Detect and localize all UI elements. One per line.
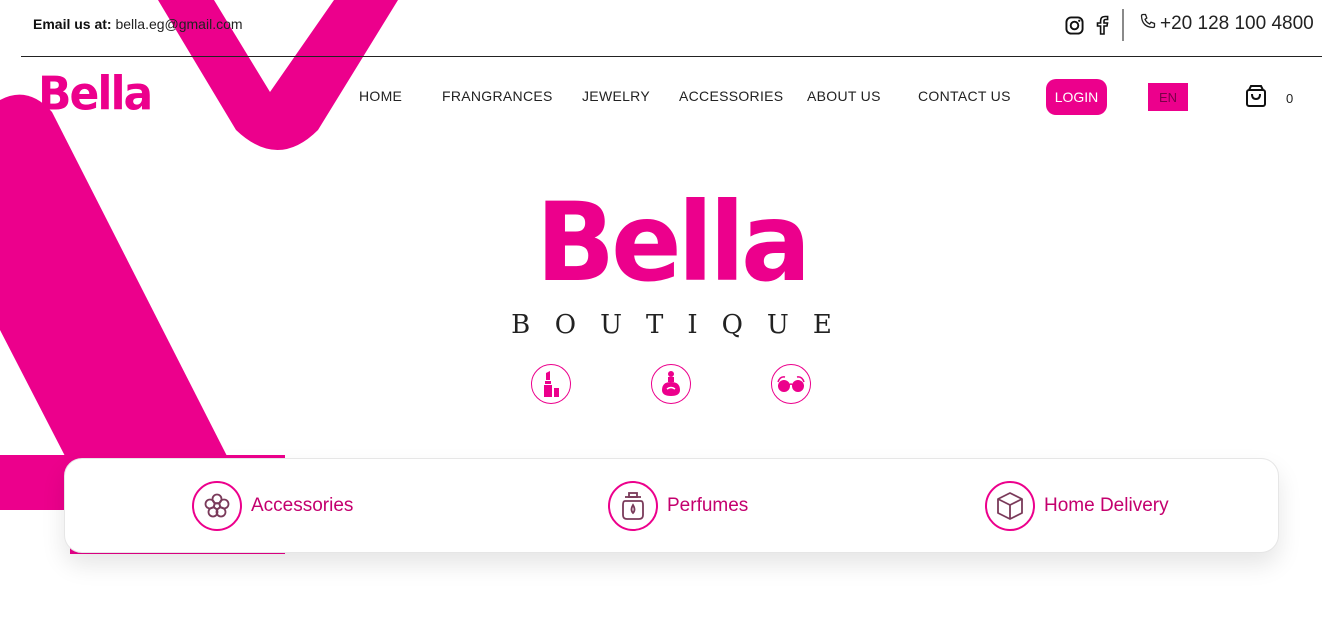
- top-bar: Email us at: bella.eg@gmail.com +20 128 …: [0, 0, 1343, 50]
- email-label: Email us at:: [33, 16, 112, 32]
- cart-count: 0: [1286, 91, 1294, 106]
- features-card: Accessories Perfumes Home Delivery: [64, 458, 1279, 553]
- email-link[interactable]: bella.eg@gmail.com: [115, 16, 242, 32]
- perfume-bottle-icon: [651, 364, 691, 404]
- nav-item-contact-us[interactable]: CONTACT US: [918, 88, 1011, 104]
- nav-item-about-us[interactable]: ABOUT US: [807, 88, 881, 104]
- flower-icon: [192, 481, 242, 531]
- shopping-bag-icon: [1244, 84, 1268, 113]
- phone-link[interactable]: +20 128 100 4800: [1140, 13, 1314, 35]
- feature-perfumes[interactable]: Perfumes: [608, 481, 748, 531]
- lipstick-icon: [531, 364, 571, 404]
- email-info: Email us at: bella.eg@gmail.com: [33, 16, 243, 32]
- main-nav: Bella HOME FRANGRANCES JEWELRY ACCESSORI…: [0, 57, 1343, 137]
- feature-label: Home Delivery: [1044, 495, 1169, 516]
- cart-button[interactable]: 0: [1244, 84, 1293, 113]
- phone-icon: [1140, 13, 1156, 35]
- nav-item-jewelry[interactable]: JEWELRY: [582, 88, 650, 104]
- facebook-icon[interactable]: [1092, 15, 1112, 35]
- feature-label: Perfumes: [667, 495, 749, 516]
- box-icon: [985, 481, 1035, 531]
- social-links: [1064, 15, 1112, 35]
- perfume-jar-icon: [608, 481, 658, 531]
- sunglasses-icon: [771, 364, 811, 404]
- feature-home-delivery[interactable]: Home Delivery: [985, 481, 1169, 531]
- hero-subtitle: BOUTIQUE: [511, 310, 856, 340]
- hero-logo: Bella: [0, 177, 1343, 307]
- nav-item-fragrances[interactable]: FRANGRANCES: [442, 88, 553, 104]
- hero-logo-text: Bella: [535, 177, 811, 307]
- feature-accessories[interactable]: Accessories: [192, 481, 353, 531]
- feature-label: Accessories: [251, 495, 354, 516]
- nav-item-home[interactable]: HOME: [359, 88, 402, 104]
- login-button[interactable]: LOGIN: [1046, 79, 1107, 115]
- instagram-icon[interactable]: [1064, 15, 1084, 35]
- logo[interactable]: Bella: [38, 71, 153, 118]
- nav-item-accessories[interactable]: ACCESSORIES: [679, 88, 783, 104]
- divider: [1122, 9, 1124, 41]
- language-button[interactable]: EN: [1148, 83, 1188, 111]
- phone-number: +20 128 100 4800: [1160, 13, 1314, 34]
